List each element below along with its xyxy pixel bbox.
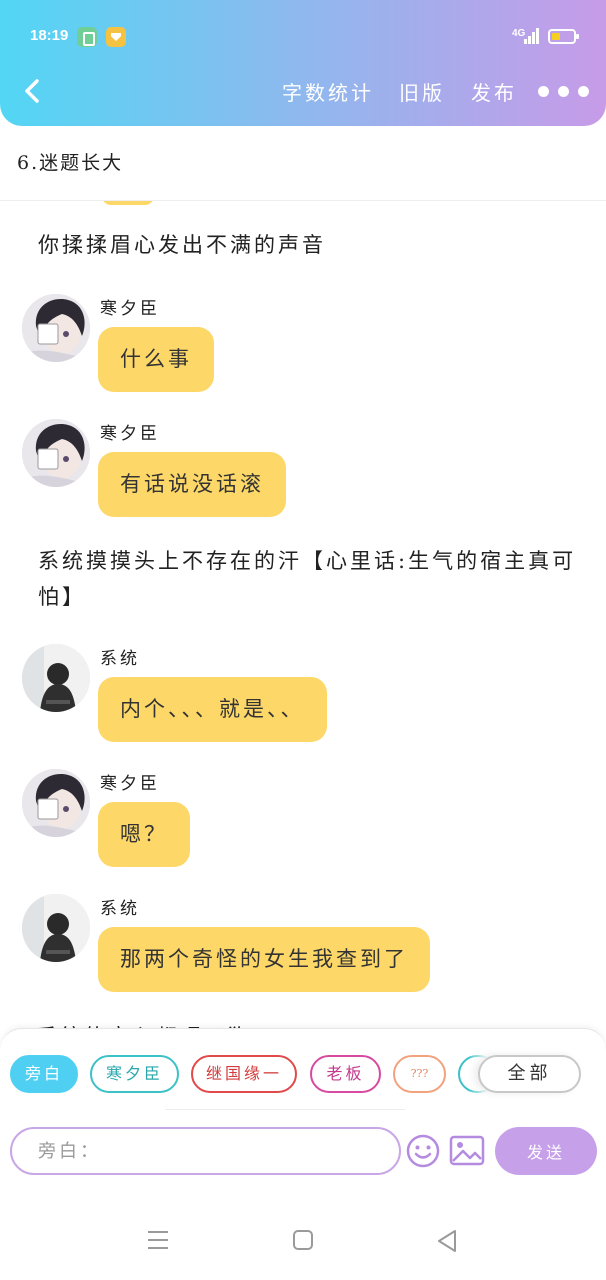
anime-boy-avatar[interactable]	[22, 769, 90, 837]
speaker-name: 寒夕臣	[100, 774, 160, 794]
signal-icon	[524, 28, 540, 44]
menu-icon[interactable]	[146, 1229, 170, 1251]
publish-button[interactable]: 发布	[471, 77, 517, 106]
notification-app-icon	[106, 27, 126, 47]
status-bar: 18:19 4G	[0, 0, 606, 70]
partial-bubble	[102, 201, 154, 205]
sim-card-icon	[77, 27, 97, 47]
chat-area[interactable]: 你揉揉眉心发出不满的声音 寒夕臣 什么事 寒夕臣 有话说没话滚 系统摸摸头上不存…	[0, 201, 606, 1031]
system-navigation-bar	[0, 1178, 606, 1280]
message-bubble[interactable]: 嗯？	[98, 802, 190, 867]
battery-icon	[548, 29, 579, 44]
chevron-left-icon	[25, 79, 39, 103]
chapter-title[interactable]: 6.迷题长大	[17, 148, 123, 175]
dot-icon	[538, 86, 549, 97]
narration-text[interactable]: 你揉揉眉心发出不满的声音	[38, 227, 578, 263]
speaker-name: 寒夕臣	[100, 424, 160, 444]
home-square-icon[interactable]	[292, 1229, 314, 1251]
image-button[interactable]	[449, 1134, 485, 1168]
message-input[interactable]	[10, 1127, 401, 1175]
status-time: 18:19	[30, 27, 69, 44]
smiley-icon	[406, 1134, 440, 1168]
back-button[interactable]	[18, 76, 48, 106]
image-icon	[449, 1135, 485, 1166]
composer-panel: 旁白 寒夕臣 继国缘一 老板 ??? 全部 发送	[0, 1028, 606, 1178]
all-roles-button[interactable]: 全部	[478, 1055, 581, 1093]
system-avatar[interactable]	[22, 644, 90, 712]
back-triangle-icon[interactable]	[435, 1229, 459, 1253]
dot-icon	[558, 86, 569, 97]
role-chip-boss[interactable]: 老板	[310, 1055, 381, 1093]
old-version-button[interactable]: 旧版	[399, 77, 445, 106]
word-count-button[interactable]: 字数统计	[282, 77, 374, 106]
role-chip-unknown[interactable]: ???	[393, 1055, 446, 1093]
message-bubble[interactable]: 那两个奇怪的女生我查到了	[98, 927, 430, 992]
message-bubble[interactable]: 有话说没话滚	[98, 452, 286, 517]
message-bubble[interactable]: 什么事	[98, 327, 214, 392]
dot-icon	[578, 86, 589, 97]
anime-boy-avatar[interactable]	[22, 294, 90, 362]
app-header: 18:19 4G 字数统计 旧版 发布	[0, 0, 606, 126]
more-button[interactable]	[538, 80, 594, 102]
speaker-name: 系统	[100, 899, 140, 919]
role-chip-jiguo[interactable]: 继国缘一	[191, 1055, 297, 1093]
role-chip-narrator[interactable]: 旁白	[10, 1055, 78, 1093]
send-button[interactable]: 发送	[495, 1127, 597, 1175]
speaker-name: 系统	[100, 649, 140, 669]
anime-boy-avatar[interactable]	[22, 419, 90, 487]
role-chip-hanxichen[interactable]: 寒夕臣	[90, 1055, 179, 1093]
narration-text[interactable]: 系统摸摸头上不存在的汗【心里话:生气的宿主真可怕】	[38, 543, 578, 615]
message-bubble[interactable]: 内个、、、就是、、	[98, 677, 327, 742]
speaker-name: 寒夕臣	[100, 299, 160, 319]
system-avatar[interactable]	[22, 894, 90, 962]
divider	[165, 1109, 405, 1110]
emoji-button[interactable]	[405, 1133, 441, 1169]
